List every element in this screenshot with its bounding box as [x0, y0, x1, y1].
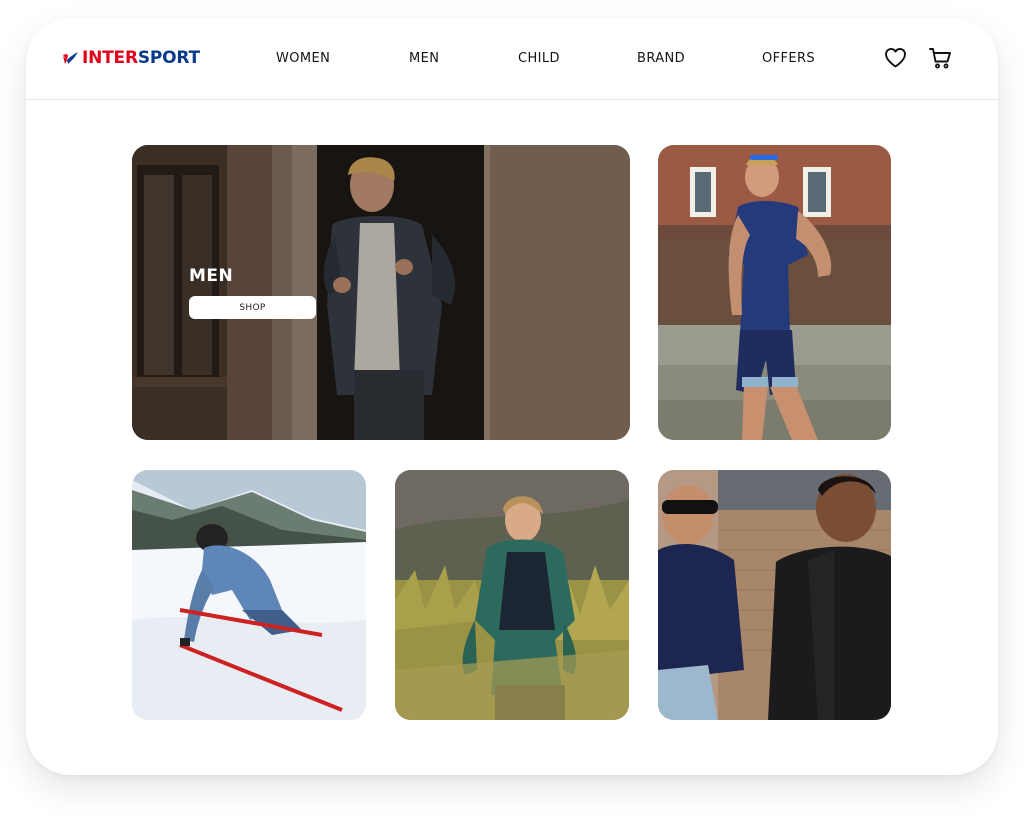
- nav-item-child[interactable]: CHILD: [518, 49, 560, 69]
- nav-item-women[interactable]: WOMEN: [276, 49, 330, 69]
- hero-photo-image: [132, 145, 630, 440]
- page-card: INTERSPORT WOMEN MEN CHILD BRAND OFFERS: [26, 18, 998, 775]
- cart-icon: [929, 48, 951, 69]
- skier-photo-image: [132, 470, 366, 720]
- nav-item-men[interactable]: MEN: [409, 49, 439, 69]
- site-header: INTERSPORT WOMEN MEN CHILD BRAND OFFERS: [26, 18, 998, 100]
- hiker-photo-image: [395, 470, 629, 720]
- tile-hiker[interactable]: [395, 470, 629, 720]
- wishlist-button[interactable]: [883, 46, 908, 74]
- cart-button[interactable]: [928, 46, 953, 74]
- nav-item-brand[interactable]: BRAND: [637, 49, 685, 69]
- tile-skier[interactable]: [132, 470, 366, 720]
- main-nav: WOMEN MEN CHILD BRAND OFFERS: [26, 49, 998, 69]
- shop-button[interactable]: SHOP: [189, 296, 316, 319]
- hero-title: MEN: [189, 266, 234, 286]
- hero-tile-men[interactable]: MEN SHOP: [132, 145, 630, 440]
- tile-two-runners[interactable]: [658, 470, 891, 720]
- runner-photo-image: [658, 145, 891, 440]
- heart-icon: [885, 48, 906, 68]
- tile-runner[interactable]: [658, 145, 891, 440]
- two-runners-photo-image: [658, 470, 891, 720]
- nav-item-offers[interactable]: OFFERS: [762, 49, 815, 69]
